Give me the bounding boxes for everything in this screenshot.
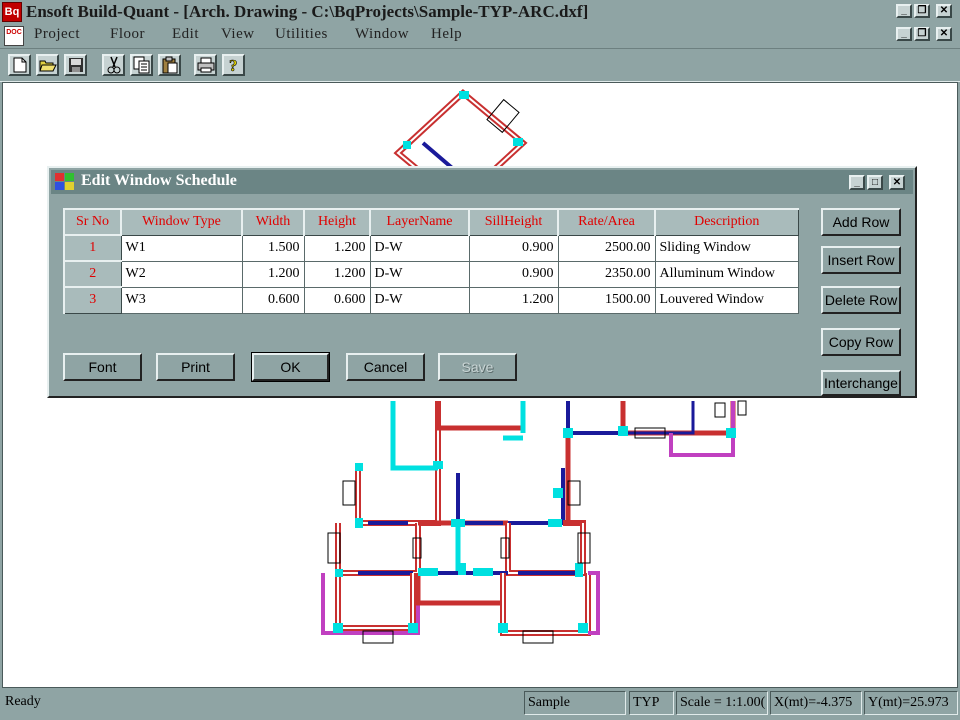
dialog-minimize-button[interactable]: _	[849, 175, 865, 190]
cell-sill-height[interactable]: 0.900	[468, 260, 559, 288]
cell-rate-area[interactable]: 2350.00	[557, 260, 656, 288]
open-folder-icon[interactable]	[36, 54, 59, 76]
cell-description[interactable]: Louvered Window	[654, 286, 799, 314]
add-row-button[interactable]: Add Row	[821, 208, 901, 236]
dialog-app-icon	[55, 173, 74, 190]
save-button[interactable]: Save	[438, 353, 517, 381]
col-header-height[interactable]: Height	[303, 208, 371, 236]
menu-edit[interactable]: Edit	[172, 26, 199, 43]
cell-rate-area[interactable]: 2500.00	[557, 234, 656, 262]
edit-window-schedule-dialog: Edit Window Schedule _ □ ✕ Sr No Window …	[47, 166, 917, 398]
status-bar: Ready Sample TYP Scale = 1:1.00( X(mt)=-…	[0, 688, 960, 720]
document-icon[interactable]: DOC	[4, 26, 24, 46]
col-header-sill-height[interactable]: SillHeight	[468, 208, 559, 236]
window-schedule-grid[interactable]: Sr No Window Type Width Height LayerName…	[63, 208, 799, 314]
menu-floor[interactable]: Floor	[110, 26, 145, 43]
dialog-maximize-button[interactable]: □	[867, 175, 883, 190]
cell-width[interactable]: 0.600	[241, 286, 305, 314]
menu-bar: DOC Project Floor Edit View Utilities Wi…	[0, 24, 960, 46]
save-icon[interactable]	[64, 54, 87, 76]
new-file-icon[interactable]	[8, 54, 31, 76]
cell-description[interactable]: Sliding Window	[654, 234, 799, 262]
row-number[interactable]: 1	[63, 234, 122, 262]
print-icon[interactable]	[194, 54, 217, 76]
help-icon[interactable]: ?	[222, 54, 245, 76]
col-header-rate-area[interactable]: Rate/Area	[557, 208, 656, 236]
interchange-button[interactable]: Interchange	[821, 370, 901, 396]
status-ready: Ready	[5, 694, 41, 709]
app-icon-label: Bq	[4, 6, 20, 18]
dialog-title: Edit Window Schedule	[81, 172, 237, 189]
app-icon[interactable]: Bq	[2, 2, 22, 22]
menu-utilities[interactable]: Utilities	[275, 26, 328, 43]
print-button[interactable]: Print	[156, 353, 235, 381]
grid-header-row: Sr No Window Type Width Height LayerName…	[63, 208, 799, 236]
status-floor: TYP	[629, 691, 674, 715]
col-header-description[interactable]: Description	[654, 208, 799, 236]
table-row[interactable]: 3 W3 0.600 0.600 D-W 1.200 1500.00 Louve…	[63, 286, 799, 314]
menu-project[interactable]: Project	[34, 26, 80, 43]
menu-window[interactable]: Window	[355, 26, 409, 43]
status-y-coordinate: Y(mt)=25.973	[864, 691, 958, 715]
row-number[interactable]: 3	[63, 286, 122, 314]
cell-layer-name[interactable]: D-W	[369, 286, 470, 314]
delete-row-button[interactable]: Delete Row	[821, 286, 901, 314]
cell-width[interactable]: 1.500	[241, 234, 305, 262]
cancel-button[interactable]: Cancel	[346, 353, 425, 381]
cell-sill-height[interactable]: 1.200	[468, 286, 559, 314]
cut-icon[interactable]	[102, 54, 125, 76]
menu-view[interactable]: View	[221, 26, 255, 43]
doc-restore-button[interactable]: ❐	[914, 27, 930, 41]
plan-lower-rooms	[321, 400, 747, 644]
row-number[interactable]: 2	[63, 260, 122, 288]
title-bar: Bq Ensoft Build-Quant - [Arch. Drawing -…	[0, 0, 960, 24]
status-x-coordinate: X(mt)=-4.375	[770, 691, 862, 715]
copy-icon[interactable]	[130, 54, 153, 76]
dialog-close-button[interactable]: ✕	[889, 175, 905, 190]
cell-window-type[interactable]: W1	[120, 234, 243, 262]
font-button[interactable]: Font	[63, 353, 142, 381]
cell-sill-height[interactable]: 0.900	[468, 234, 559, 262]
cell-height[interactable]: 1.200	[303, 260, 371, 288]
app-restore-button[interactable]: ❐	[914, 4, 930, 18]
doc-close-button[interactable]: ✕	[936, 27, 952, 41]
app-title: Ensoft Build-Quant - [Arch. Drawing - C:…	[26, 2, 589, 21]
table-row[interactable]: 1 W1 1.500 1.200 D-W 0.900 2500.00 Slidi…	[63, 234, 799, 262]
app-minimize-button[interactable]: _	[896, 4, 912, 18]
paste-icon[interactable]	[158, 54, 181, 76]
app-close-button[interactable]: ✕	[936, 4, 952, 18]
cell-height[interactable]: 1.200	[303, 234, 371, 262]
ok-button[interactable]: OK	[251, 352, 330, 382]
cell-description[interactable]: Alluminum Window	[654, 260, 799, 288]
cell-window-type[interactable]: W2	[120, 260, 243, 288]
copy-row-button[interactable]: Copy Row	[821, 328, 901, 356]
svg-text:?: ?	[229, 56, 238, 74]
cell-window-type[interactable]: W3	[120, 286, 243, 314]
table-row[interactable]: 2 W2 1.200 1.200 D-W 0.900 2350.00 Allum…	[63, 260, 799, 288]
col-header-width[interactable]: Width	[241, 208, 305, 236]
col-header-sr-no[interactable]: Sr No	[63, 208, 122, 236]
menu-help[interactable]: Help	[431, 26, 462, 43]
cell-rate-area[interactable]: 1500.00	[557, 286, 656, 314]
status-project: Sample	[524, 691, 626, 715]
toolbar: ?	[0, 48, 960, 82]
insert-row-button[interactable]: Insert Row	[821, 246, 901, 274]
col-header-layer-name[interactable]: LayerName	[369, 208, 470, 236]
col-header-window-type[interactable]: Window Type	[120, 208, 243, 236]
cell-width[interactable]: 1.200	[241, 260, 305, 288]
cell-layer-name[interactable]: D-W	[369, 260, 470, 288]
doc-minimize-button[interactable]: _	[896, 27, 912, 41]
status-scale: Scale = 1:1.00(	[676, 691, 768, 715]
dialog-title-bar: Edit Window Schedule _ □ ✕	[51, 170, 913, 194]
cell-height[interactable]: 0.600	[303, 286, 371, 314]
cell-layer-name[interactable]: D-W	[369, 234, 470, 262]
